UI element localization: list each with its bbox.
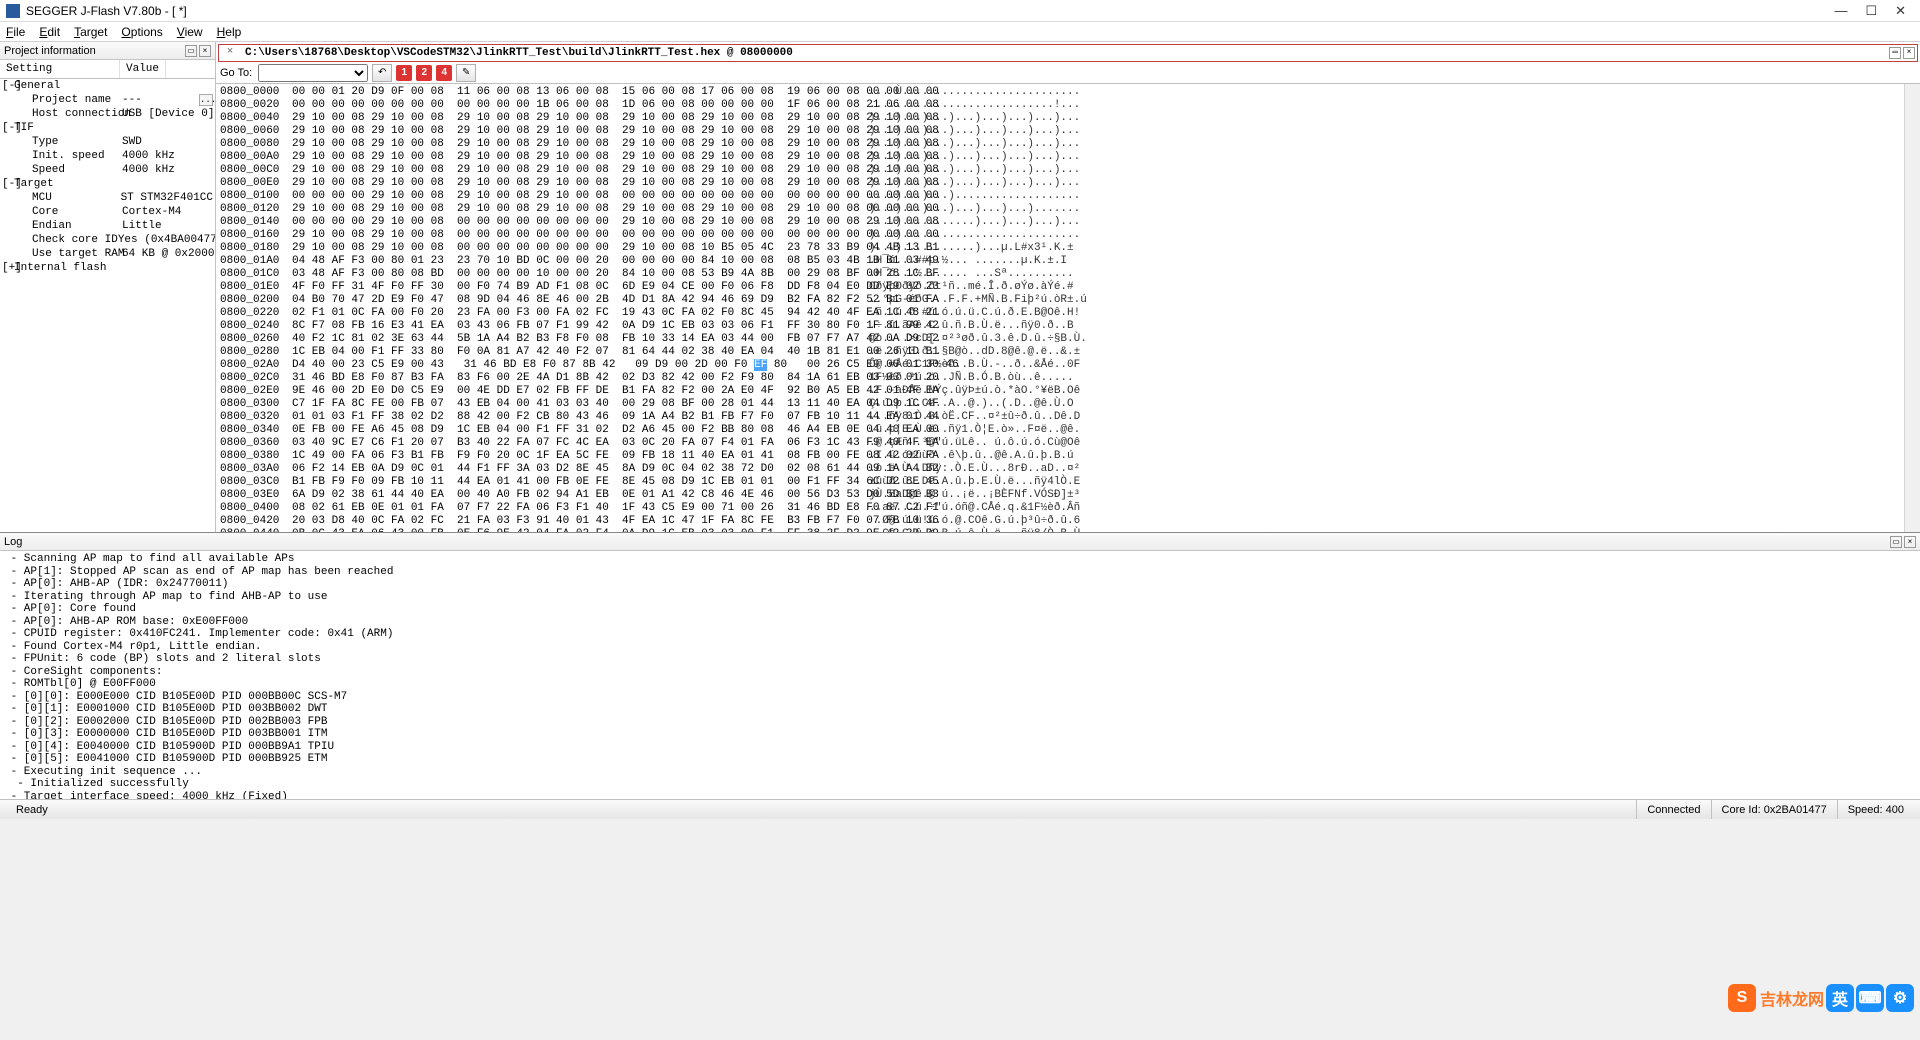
prop-init-speed[interactable]: Init. speed4000 kHz — [0, 149, 215, 163]
group-tif[interactable]: [-]TIF — [0, 121, 215, 135]
prop-project-name[interactable]: Project name---... — [0, 93, 215, 107]
hex-row[interactable]: 0800_016029 10 00 08 29 10 00 08 00 00 0… — [220, 229, 1900, 242]
hex-row[interactable]: 0800_04400B 0C 43 EA 06 43 00 FB 0E F6 9… — [220, 528, 1900, 532]
prop-core[interactable]: CoreCortex-M4 — [0, 205, 215, 219]
log-float-icon[interactable]: ▭ — [1890, 536, 1902, 548]
group-general[interactable]: [-]General — [0, 79, 215, 93]
hex-row[interactable]: 0800_03A006 F2 14 EB 0A D9 0C 01 44 F1 F… — [220, 463, 1900, 476]
hex-row[interactable]: 0800_00C029 10 00 08 29 10 00 08 29 10 0… — [220, 164, 1900, 177]
hex-row[interactable]: 0800_01A004 48 AF F3 00 80 01 23 23 70 1… — [220, 255, 1900, 268]
hex-row[interactable]: 0800_03C0B1 FB F9 F0 09 FB 10 11 44 EA 0… — [220, 476, 1900, 489]
hex-scrollbar[interactable] — [1904, 84, 1920, 532]
menu-bar: File Edit Target Options View Help — [0, 22, 1920, 42]
tab-close-icon[interactable]: × — [223, 46, 237, 60]
hex-row[interactable]: 0800_026040 F2 1C 81 02 3E 63 44 5B 1A A… — [220, 333, 1900, 346]
hex-row[interactable]: 0800_020004 B0 70 47 2D E9 F0 47 08 9D 0… — [220, 294, 1900, 307]
ime-lang-icon[interactable]: 英 — [1826, 984, 1854, 1012]
menu-view[interactable]: View — [177, 25, 203, 39]
hex-row[interactable]: 0800_004029 10 00 08 29 10 00 08 29 10 0… — [220, 112, 1900, 125]
tab-float-icon[interactable]: ▭ — [1889, 47, 1901, 59]
hex-row[interactable]: 0800_02408C F7 08 FB 16 E3 41 EA 03 43 0… — [220, 320, 1900, 333]
width-2-button[interactable]: 2 — [416, 65, 432, 81]
col-setting[interactable]: Setting — [0, 60, 120, 78]
goto-label: Go To: — [220, 67, 252, 79]
hex-view[interactable]: 0800_000000 00 01 20 D9 0F 00 08 11 06 0… — [216, 84, 1904, 532]
hex-toolbar: Go To: ↶ 1 2 4 ✎ — [216, 62, 1920, 84]
window-title: SEGGER J-Flash V7.80b - [ *] — [26, 4, 1834, 18]
ime-kb-icon[interactable]: ⌨ — [1856, 984, 1884, 1012]
hex-row[interactable]: 0800_040008 02 61 EB 0E 01 01 FA 07 F7 2… — [220, 502, 1900, 515]
prop-use-target-ram[interactable]: Use target RAM64 KB @ 0x20000000 — [0, 247, 215, 261]
hex-row[interactable]: 0800_02A0D4 40 00 23 C5 E9 00 43 31 46 B… — [220, 359, 1900, 372]
hex-row[interactable]: 0800_002000 00 00 00 00 00 00 00 00 00 0… — [220, 99, 1900, 112]
prop-host-connection[interactable]: Host connectionUSB [Device 0] — [0, 107, 215, 121]
hex-file-tab[interactable]: × C:\Users\18768\Desktop\VSCodeSTM32\Jli… — [218, 44, 1918, 62]
hex-row[interactable]: 0800_036003 40 9C E7 C6 F1 20 07 B3 40 2… — [220, 437, 1900, 450]
tab-close-icon2[interactable]: × — [1903, 47, 1915, 59]
project-properties: Setting Value [-]GeneralProject name---.… — [0, 60, 215, 532]
hex-row[interactable]: 0800_00E029 10 00 08 29 10 00 08 29 10 0… — [220, 177, 1900, 190]
hex-row[interactable]: 0800_03400E FB 00 FE A6 45 08 D9 1C EB 0… — [220, 424, 1900, 437]
log-panel-title: Log — [4, 536, 1890, 548]
minimize-button[interactable]: — — [1834, 3, 1847, 19]
hex-row[interactable]: 0800_03801C 49 00 FA 06 F3 B1 FB F9 F0 2… — [220, 450, 1900, 463]
status-connected: Connected — [1636, 800, 1710, 819]
hex-row[interactable]: 0800_02E09E 46 00 2D E0 D0 C5 E9 00 4E D… — [220, 385, 1900, 398]
menu-edit[interactable]: Edit — [39, 25, 60, 39]
goto-input[interactable] — [258, 64, 368, 82]
watermark-icon: S — [1728, 984, 1756, 1012]
panel-close-icon[interactable]: × — [199, 45, 211, 57]
status-core: Core Id: 0x2BA01477 — [1711, 800, 1837, 819]
prop-mcu[interactable]: MCUST STM32F401CC — [0, 191, 215, 205]
width-4-button[interactable]: 4 — [436, 65, 452, 81]
col-value[interactable]: Value — [120, 60, 166, 78]
hex-row[interactable]: 0800_02C031 46 BD E8 F0 87 B3 FA 83 F6 0… — [220, 372, 1900, 385]
maximize-button[interactable]: ☐ — [1865, 3, 1877, 19]
menu-help[interactable]: Help — [217, 25, 242, 39]
hex-row[interactable]: 0800_0300C7 1F FA 8C FE 00 FB 07 43 EB 0… — [220, 398, 1900, 411]
status-ready: Ready — [6, 800, 1636, 819]
hex-row[interactable]: 0800_012029 10 00 08 29 10 00 08 29 10 0… — [220, 203, 1900, 216]
hex-row[interactable]: 0800_00A029 10 00 08 29 10 00 08 29 10 0… — [220, 151, 1900, 164]
hex-row[interactable]: 0800_018029 10 00 08 29 10 00 08 00 00 0… — [220, 242, 1900, 255]
group-target[interactable]: [-]Target — [0, 177, 215, 191]
group-internal-flash[interactable]: [+]Internal flash — [0, 261, 215, 275]
status-bar: Ready Connected Core Id: 0x2BA01477 Spee… — [0, 799, 1920, 819]
prop-type[interactable]: TypeSWD — [0, 135, 215, 149]
hex-row[interactable]: 0800_02801C EB 04 00 F1 FF 33 80 F0 0A 8… — [220, 346, 1900, 359]
menu-target[interactable]: Target — [74, 25, 107, 39]
prop-speed[interactable]: Speed4000 kHz — [0, 163, 215, 177]
hex-row[interactable]: 0800_014000 00 00 00 29 10 00 08 00 00 0… — [220, 216, 1900, 229]
hex-row[interactable]: 0800_006029 10 00 08 29 10 00 08 29 10 0… — [220, 125, 1900, 138]
goto-back-button[interactable]: ↶ — [372, 64, 392, 82]
hex-row[interactable]: 0800_01C003 48 AF F3 00 80 08 BD 00 00 0… — [220, 268, 1900, 281]
app-logo-icon — [6, 4, 20, 18]
width-1-button[interactable]: 1 — [396, 65, 412, 81]
hex-row[interactable]: 0800_01E04F F0 FF 31 4F F0 FF 30 00 F0 7… — [220, 281, 1900, 294]
menu-options[interactable]: Options — [121, 25, 162, 39]
prop-edit-button[interactable]: ... — [199, 94, 213, 106]
close-button[interactable]: ✕ — [1895, 3, 1906, 19]
status-speed: Speed: 400 — [1837, 800, 1914, 819]
hex-row[interactable]: 0800_042020 03 D8 40 0C FA 02 FC 21 FA 0… — [220, 515, 1900, 528]
hex-row[interactable]: 0800_010000 00 00 00 29 10 00 08 29 10 0… — [220, 190, 1900, 203]
log-close-icon[interactable]: × — [1904, 536, 1916, 548]
hex-row[interactable]: 0800_008029 10 00 08 29 10 00 08 29 10 0… — [220, 138, 1900, 151]
project-panel-title: Project information — [4, 45, 96, 57]
hex-row[interactable]: 0800_03E06A D9 02 38 61 44 40 EA 00 40 A… — [220, 489, 1900, 502]
hex-row[interactable]: 0800_022002 F1 01 0C FA 00 F0 20 23 FA 0… — [220, 307, 1900, 320]
hex-file-path: C:\Users\18768\Desktop\VSCodeSTM32\Jlink… — [241, 47, 797, 59]
toolbar-extra-button[interactable]: ✎ — [456, 64, 476, 82]
prop-endian[interactable]: EndianLittle — [0, 219, 215, 233]
watermark: S 吉林龙网 英 ⌨ ⚙ — [1728, 984, 1914, 1012]
ime-gear-icon[interactable]: ⚙ — [1886, 984, 1914, 1012]
log-view[interactable]: - Scanning AP map to find all available … — [0, 551, 1920, 799]
prop-check-core-id[interactable]: Check core IDYes (0x4BA00477) — [0, 233, 215, 247]
hex-row[interactable]: 0800_000000 00 01 20 D9 0F 00 08 11 06 0… — [220, 86, 1900, 99]
menu-file[interactable]: File — [6, 25, 25, 39]
hex-row[interactable]: 0800_032001 01 03 F1 FF 38 02 D2 88 42 0… — [220, 411, 1900, 424]
panel-float-icon[interactable]: ▭ — [185, 45, 197, 57]
